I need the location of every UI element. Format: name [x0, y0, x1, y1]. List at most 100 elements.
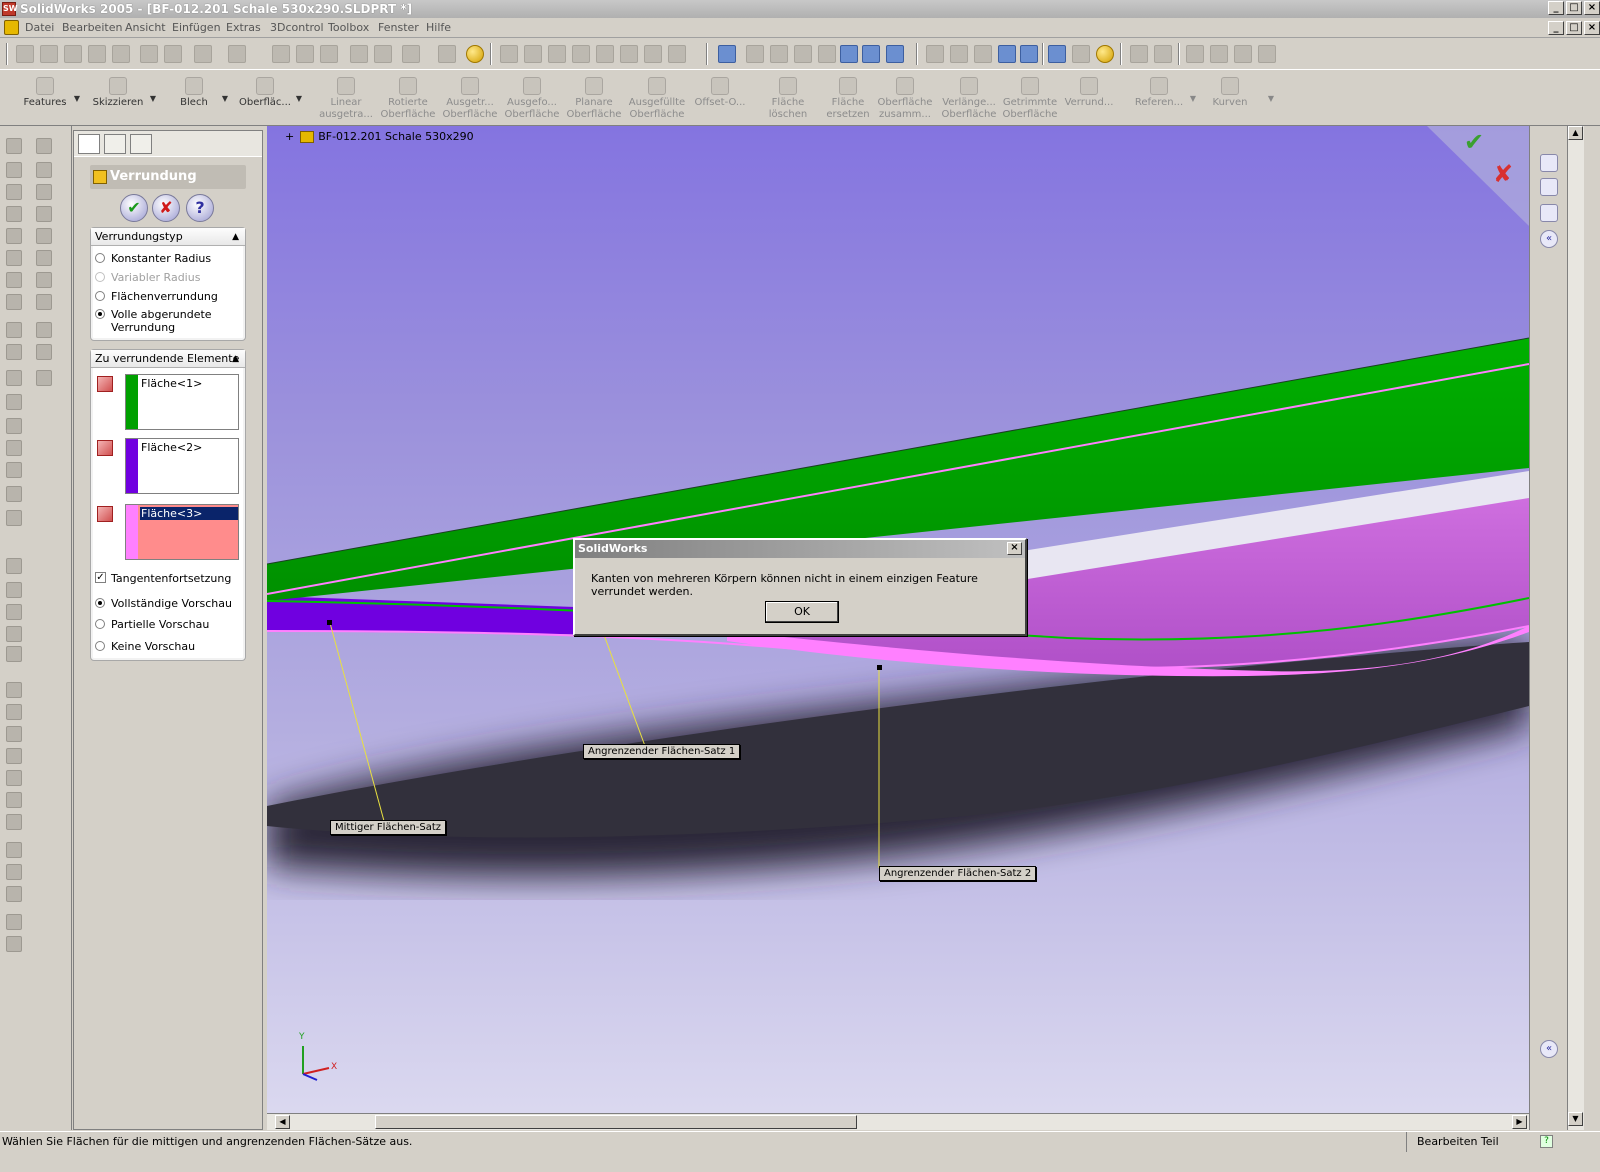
scale-icon[interactable] [6, 344, 22, 360]
menu-fenster[interactable]: Fenster [378, 21, 419, 34]
reference-icon[interactable] [1130, 45, 1148, 63]
tool-4-icon[interactable] [1258, 45, 1276, 63]
pm-help-button[interactable]: ? [186, 194, 214, 222]
feature-tree-flyout[interactable]: + BF-012.201 Schale 530x290 [285, 130, 474, 143]
fillet-tool-icon[interactable] [6, 228, 22, 244]
face-set-3-item[interactable]: Fläche<3> [140, 507, 238, 520]
cmd-trimmed-surface[interactable]: Getrimmte Oberfläche [1000, 73, 1060, 123]
draft-icon[interactable] [6, 272, 22, 288]
menu-3dcontrol[interactable]: 3Dcontrol [270, 21, 324, 34]
perspective-icon[interactable] [1072, 45, 1090, 63]
resources-icon[interactable] [1540, 178, 1558, 196]
menu-toolbox[interactable]: Toolbox [328, 21, 369, 34]
sweep-icon[interactable] [6, 184, 22, 200]
realview-icon[interactable] [1096, 45, 1114, 63]
solidworks-app-icon[interactable]: SW [2, 2, 18, 16]
menu-datei[interactable]: Datei [25, 21, 54, 34]
scroll-thumb[interactable] [375, 1115, 857, 1129]
option-full-round-fillet[interactable]: Volle abgerundete Verrundung [95, 308, 235, 334]
helix-icon[interactable] [6, 462, 22, 478]
cmd-fillet[interactable]: Verrund... [1062, 73, 1116, 123]
cmd-reference-geometry[interactable]: Referen... ▼ [1130, 73, 1196, 123]
cmd-offset-surface[interactable]: Offset-O... [690, 73, 750, 123]
sum-icon[interactable] [524, 45, 542, 63]
view-top-icon[interactable] [6, 770, 22, 786]
confirm-cancel-icon[interactable]: ✘ [1493, 160, 1513, 188]
check-icon[interactable] [644, 45, 662, 63]
whats-wrong-icon[interactable] [438, 45, 456, 63]
cmd-planar-surface[interactable]: Planare Oberfläche [564, 73, 624, 123]
cmd-swept-surface[interactable]: Ausgetr... Oberfläche [440, 73, 500, 123]
radio-face-fillet[interactable] [95, 291, 105, 301]
option-no-preview[interactable]: Keine Vorschau [95, 640, 195, 653]
shaded-icon[interactable] [1020, 45, 1038, 63]
help-icon[interactable] [466, 45, 484, 63]
view-back-icon[interactable] [6, 704, 22, 720]
select-icon[interactable] [272, 45, 290, 63]
zoom-area-icon[interactable] [770, 45, 788, 63]
chamfer-icon[interactable] [36, 228, 52, 244]
hidden-lines-removed-icon[interactable] [974, 45, 992, 63]
sketch-trim-icon[interactable] [6, 886, 22, 902]
new-document-icon[interactable] [16, 45, 34, 63]
dimension-icon[interactable] [500, 45, 518, 63]
rebuild-icon[interactable] [320, 45, 338, 63]
print-icon[interactable] [88, 45, 106, 63]
rib-icon[interactable] [6, 250, 22, 266]
sketch-centerline-icon[interactable] [6, 582, 22, 598]
split-icon[interactable] [36, 344, 52, 360]
cmd-extend-surface[interactable]: Verlänge... Oberfläche [940, 73, 998, 123]
option-full-preview[interactable]: Vollständige Vorschau [95, 597, 232, 610]
print-preview-icon[interactable] [112, 45, 130, 63]
radio-full-preview[interactable] [95, 598, 105, 608]
projected-curve-icon[interactable] [6, 510, 22, 526]
tab-configuration-manager[interactable] [130, 134, 152, 154]
hole-icon[interactable] [36, 272, 52, 288]
coordinate-system-icon[interactable] [6, 418, 22, 434]
rotate-icon[interactable] [840, 45, 858, 63]
view-orient-icon[interactable] [718, 45, 736, 63]
scroll-left-button[interactable]: ◀ [275, 1115, 290, 1129]
dialog-ok-button[interactable]: OK [765, 601, 839, 623]
sketch-relations-icon[interactable] [6, 646, 22, 662]
cut-extrude-icon[interactable] [36, 138, 52, 154]
dialog-title-bar[interactable]: SolidWorks [575, 540, 1025, 558]
cmd-replace-face[interactable]: Fläche ersetzen [820, 73, 876, 123]
section-icon[interactable] [620, 45, 638, 63]
link-icon[interactable] [1154, 45, 1172, 63]
cmd-features[interactable]: Features ▼ [14, 73, 80, 123]
tool-1-icon[interactable] [1186, 45, 1204, 63]
menu-hilfe[interactable]: Hilfe [426, 21, 451, 34]
redo-icon[interactable] [228, 45, 246, 63]
cmd-lofted-surface[interactable]: Ausgefo... Oberfläche [502, 73, 562, 123]
dome-icon[interactable] [6, 294, 22, 310]
cmd-blech[interactable]: Blech ▼ [168, 73, 228, 123]
standard-views-icon[interactable] [886, 45, 904, 63]
view-right-icon[interactable] [6, 748, 22, 764]
wireframe-icon[interactable] [926, 45, 944, 63]
loft-icon[interactable] [6, 206, 22, 222]
collapse-pane-icon[interactable]: « [1540, 230, 1558, 248]
layer-icon[interactable] [6, 914, 22, 930]
zoom-selection-icon[interactable] [818, 45, 836, 63]
cmd-skizzieren[interactable]: Skizzieren ▼ [86, 73, 156, 123]
tab-feature-manager[interactable] [78, 134, 100, 154]
status-help-icon[interactable]: ? [1540, 1135, 1553, 1148]
mirror-icon[interactable] [36, 322, 52, 338]
face-set-1-item[interactable]: Fläche<1> [140, 377, 238, 390]
undo-icon[interactable] [194, 45, 212, 63]
zoom-in-icon[interactable] [794, 45, 812, 63]
view-left-icon[interactable] [6, 726, 22, 742]
scroll-down-button[interactable]: ▼ [1568, 1112, 1583, 1126]
option-tangent-propagation[interactable]: ✓ Tangentenfortsetzung [95, 572, 231, 585]
hidden-lines-visible-icon[interactable] [950, 45, 968, 63]
scroll-right-button[interactable]: ▶ [1512, 1115, 1527, 1129]
face-set-2-listbox[interactable]: Fläche<2> [125, 438, 239, 494]
maximize-button[interactable]: □ [1566, 1, 1582, 15]
analysis-icon[interactable] [668, 45, 686, 63]
point-icon[interactable] [6, 394, 22, 410]
callout-mid-face-set[interactable]: Mittiger Flächen-Satz [330, 820, 447, 835]
face-set-2-item[interactable]: Fläche<2> [140, 441, 238, 454]
expand-pane-icon[interactable]: « [1540, 1040, 1558, 1058]
pan-icon[interactable] [862, 45, 880, 63]
